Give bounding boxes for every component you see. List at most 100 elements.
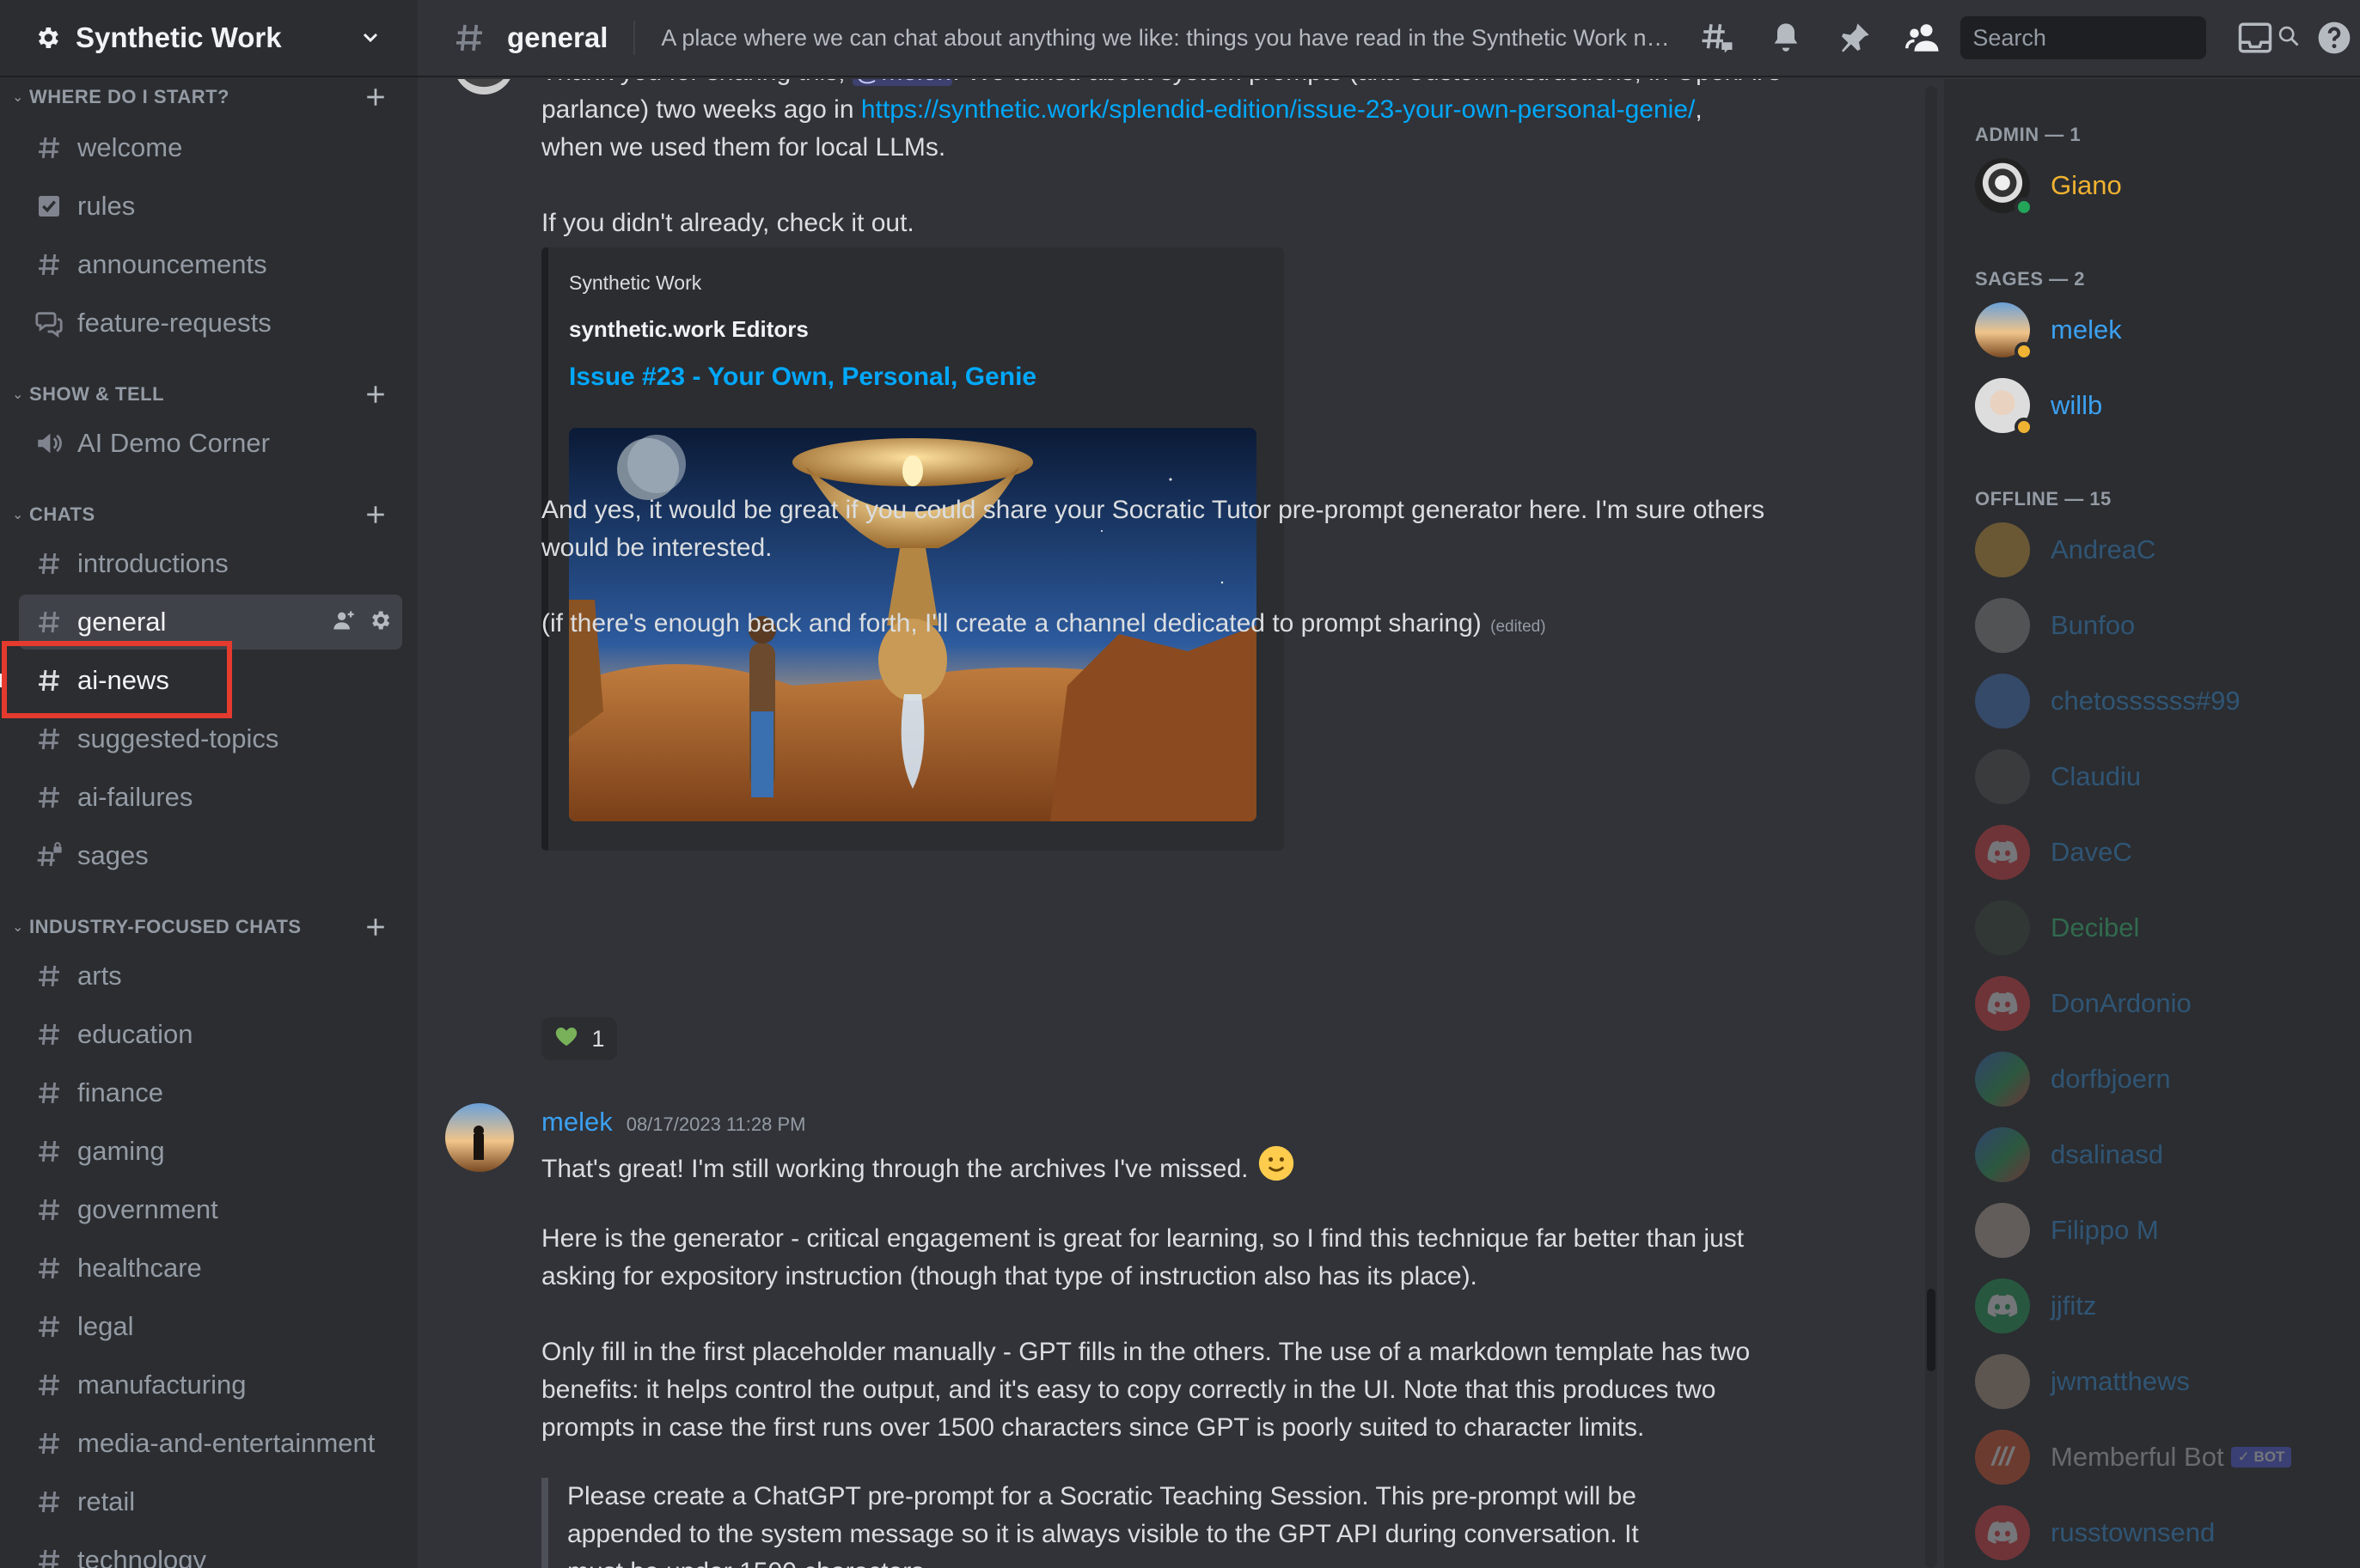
hash-icon [33,781,65,814]
member-claudiu[interactable]: Claudiu [1975,747,2345,806]
server-header[interactable]: Synthetic Work [0,0,418,77]
message-text: (if there's enough back and forth, I'll … [541,609,1482,638]
search-box[interactable] [1960,16,2299,59]
hash-icon [33,1427,65,1460]
locked-hash-icon [33,839,65,872]
member-bunfoo[interactable]: Bunfoo [1975,596,2345,655]
channel-media-and-entertainment[interactable]: media-and-entertainment [19,1416,402,1471]
member-dorfbjoern[interactable]: dorfbjoern [1975,1050,2345,1108]
message-author[interactable]: melek [541,1107,613,1138]
channel-feature-requests[interactable]: feature-requests [19,296,402,351]
plus-icon[interactable] [363,914,388,940]
channel-label: finance [77,1077,163,1107]
channel-label: rules [77,191,136,221]
message-text: If you didn't already, check it out. [541,209,914,237]
member-melek[interactable]: melek [1975,301,2345,361]
member-jwmatthews[interactable]: jwmatthews [1975,1352,2345,1411]
message-link[interactable]: https://synthetic.work/splendid-edition/… [861,95,1696,124]
bell-icon[interactable] [1766,18,1806,58]
threads-icon[interactable] [1697,18,1737,58]
hash-icon [33,1135,65,1168]
channel-welcome[interactable]: welcome [19,120,402,175]
member-group-header: OFFLINE — 15 [1975,488,2112,509]
category-show-and-tell[interactable]: ⌄ SHOW & TELL [0,376,418,412]
forum-icon [33,307,65,339]
reaction-button[interactable]: 1 [541,1017,617,1060]
category-where-do-i-start[interactable]: ⌄ WHERE DO I START? [0,77,418,117]
channel-suggested-topics[interactable]: suggested-topics [19,711,402,766]
channel-legal[interactable]: legal [19,1299,402,1354]
embed-title-link[interactable]: Issue #23 - Your Own, Personal, Genie [569,363,1036,392]
channel-rules[interactable]: rules [19,179,402,234]
channel-sages[interactable]: sages [19,828,402,883]
inbox-icon[interactable] [2235,18,2275,58]
discord-logo-icon [1987,1294,2018,1317]
help-icon[interactable] [2314,18,2354,58]
channel-arts[interactable]: arts [19,949,402,1004]
avatar [1975,825,2030,880]
member-list-icon[interactable] [1904,18,1943,58]
channel-healthcare[interactable]: healthcare [19,1241,402,1296]
channel-finance[interactable]: finance [19,1065,402,1120]
channel-ai-news[interactable]: ai-news [0,653,402,708]
user-mention[interactable]: @melek [852,79,953,86]
plus-icon[interactable] [363,381,388,407]
message-timestamp: 08/17/2023 11:28 PM [626,1113,806,1135]
hash-icon [33,723,65,755]
chevron-down-icon[interactable] [358,25,383,51]
channel-retail[interactable]: retail [19,1474,402,1529]
channel-ai-failures[interactable]: ai-failures [19,770,402,825]
search-input[interactable] [1972,24,2277,52]
create-invite-icon[interactable] [332,608,356,637]
channel-announcements[interactable]: announcements [19,237,402,292]
channel-topic[interactable]: A place where we can chat about anything… [661,25,1675,52]
member-davec[interactable]: DaveC [1975,823,2345,882]
channel-general[interactable]: general [19,595,402,650]
message-text: when we used them for local LLMs. [541,133,946,162]
avatar: /// [1975,1430,2030,1485]
channel-gaming[interactable]: gaming [19,1124,402,1179]
channel-label: legal [77,1311,134,1341]
member-name: Bunfoo [2051,610,2136,640]
member-chetossssss99[interactable]: chetossssss#99 [1975,672,2345,730]
member-willb[interactable]: willb [1975,376,2345,436]
member-name: melek [2051,314,2122,345]
gear-icon[interactable] [368,608,392,637]
member-giano[interactable]: Giano [1975,156,2345,217]
message-text: Here is the generator - critical engagem… [541,1224,1745,1253]
member-decibel[interactable]: Decibel [1975,899,2345,957]
plus-icon[interactable] [363,84,388,110]
channel-sidebar: Synthetic Work ⌄ WHERE DO I START? welco… [0,0,418,1568]
member-andreac[interactable]: AndreaC [1975,521,2345,579]
member-russtownsend[interactable]: russtownsend [1975,1504,2345,1562]
channel-label: arts [77,961,122,991]
pin-icon[interactable] [1835,18,1874,58]
channel-technology[interactable]: technology [19,1533,402,1568]
plus-icon[interactable] [363,502,388,528]
avatar [1975,522,2030,577]
hash-icon [33,1193,65,1226]
channel-manufacturing[interactable]: manufacturing [19,1358,402,1412]
category-industry-focused-chats[interactable]: ⌄ INDUSTRY-FOCUSED CHATS [0,909,418,945]
member-dsalinasd[interactable]: dsalinasd [1975,1126,2345,1184]
avatar[interactable] [445,1103,514,1172]
category-chats[interactable]: ⌄ CHATS [0,497,418,533]
stage-speaker-icon [33,427,65,460]
channel-ai-demo-corner[interactable]: AI Demo Corner [19,416,402,471]
member-memberful-bot[interactable]: /// Memberful Bot ✓ BOT [1975,1428,2345,1486]
member-name: dsalinasd [2051,1139,2163,1169]
channel-government[interactable]: government [19,1182,402,1237]
avatar[interactable] [454,79,514,95]
channel-introductions[interactable]: introductions [19,536,402,591]
channel-label: technology [77,1545,206,1568]
member-jjfitz[interactable]: jjfitz [1975,1277,2345,1335]
member-filippo-m[interactable]: Filippo M [1975,1201,2345,1260]
channel-education[interactable]: education [19,1007,402,1062]
hash-icon [33,547,65,580]
message-text: benefits: it helps control the output, a… [541,1376,1716,1404]
channel-label: feature-requests [77,308,272,338]
bot-badge: ✓ BOT [2230,1447,2292,1467]
channel-label: general [77,607,167,637]
scrollbar-thumb[interactable] [1927,1289,1935,1371]
member-donardonio[interactable]: DonArdonio [1975,974,2345,1033]
